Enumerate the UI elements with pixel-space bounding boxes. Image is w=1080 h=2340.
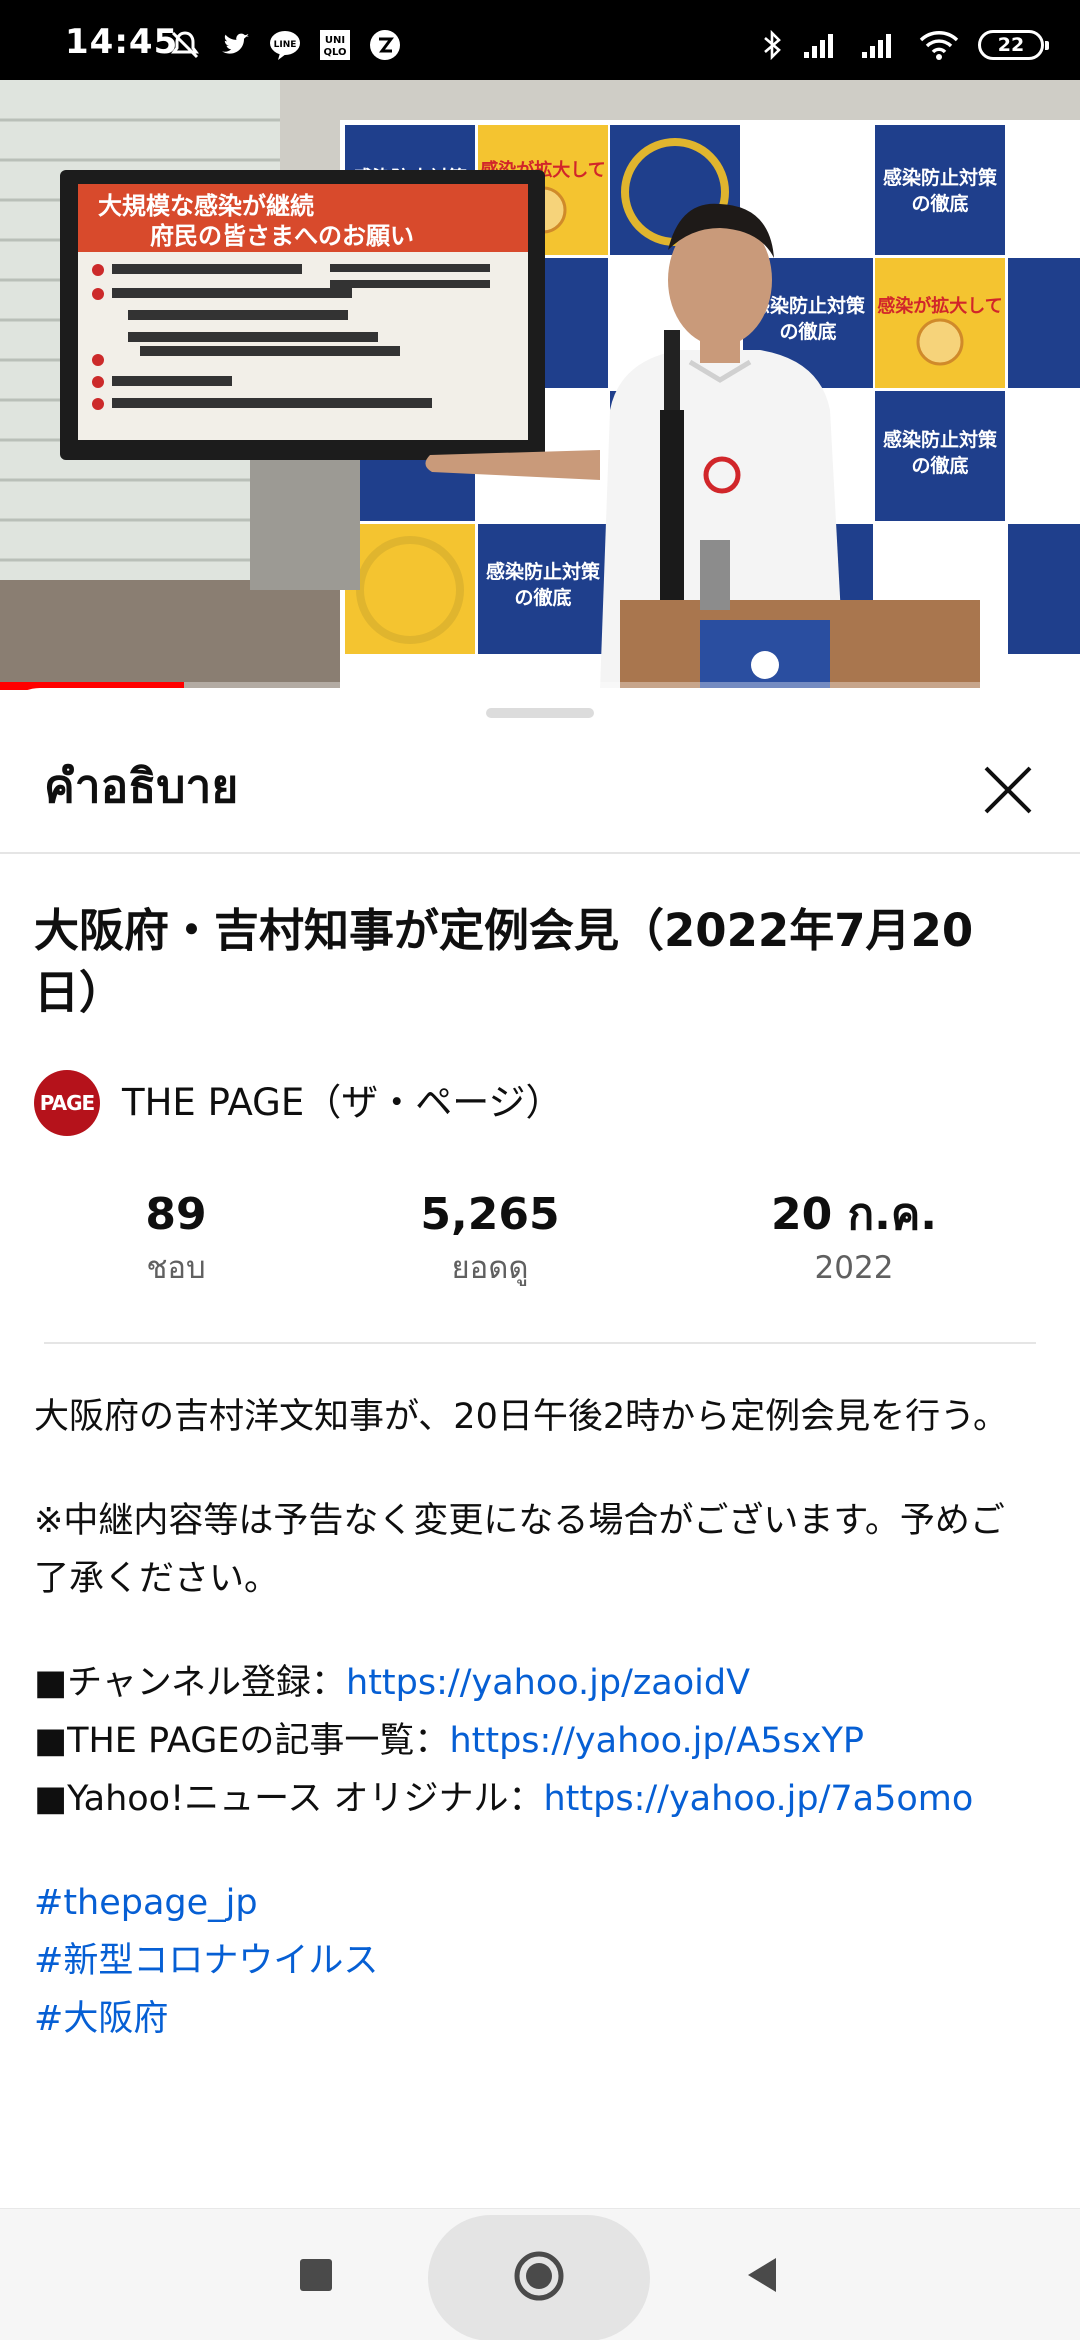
svg-text:UNI: UNI	[325, 35, 345, 46]
description-intro: 大阪府の吉村洋文知事が、20日午後2時から定例会見を行う。	[34, 1397, 1009, 1437]
svg-text:の徹底: の徹底	[514, 586, 571, 609]
channel-name[interactable]: THE PAGE（ザ・ページ）	[122, 1080, 562, 1126]
svg-text:大規模な感染が継続: 大規模な感染が継続	[98, 192, 314, 220]
battery-icon: 22	[978, 30, 1049, 60]
uniqlo-icon: UNI QLO	[320, 30, 350, 60]
description-text: 大阪府の吉村洋文知事が、20日午後2時から定例会見を行う。 ※中継内容等は予告な…	[34, 1388, 1034, 2048]
bluetooth-icon	[764, 29, 781, 61]
link-prefix: ■THE PAGEの記事一覧：	[34, 1721, 450, 1761]
recents-square-icon[interactable]	[294, 2253, 338, 2297]
signal-icon	[862, 34, 891, 58]
svg-text:府民の皆さまへのお願い: 府民の皆さまへのお願い	[150, 222, 414, 250]
channel-subscribe-link[interactable]: https://yahoo.jp/zaoidV	[346, 1663, 750, 1703]
stat-likes: 89 ชอบ	[26, 1188, 326, 1290]
system-nav-bar	[0, 2208, 1080, 2340]
sheet-title: คำอธิบาย	[44, 759, 239, 813]
twitter-icon	[222, 33, 249, 54]
status-bar: 14:45 LINE UNI QLO 22	[0, 0, 1080, 80]
link-prefix: ■Yahoo!ニュース オリジナル：	[34, 1779, 544, 1819]
status-notification-icons: LINE UNI QLO	[168, 28, 402, 62]
svg-text:QLO: QLO	[323, 47, 346, 58]
hashtag-link[interactable]: #thepage_jp	[34, 1874, 1034, 1932]
mute-icon	[171, 31, 199, 59]
video-title: 大阪府・吉村知事が定例会見（2022年7月20日）	[34, 904, 974, 1019]
status-system-icons: 22	[762, 28, 1049, 62]
yahoo-news-link[interactable]: https://yahoo.jp/7a5omo	[544, 1779, 974, 1819]
svg-text:感染防止対策: 感染防止対策	[486, 560, 601, 583]
articles-list-link[interactable]: https://yahoo.jp/A5sxYP	[449, 1721, 864, 1761]
signal-icon	[804, 34, 833, 58]
app-icon	[370, 30, 400, 60]
hashtag-link[interactable]: #新型コロナウイルス	[34, 1932, 1034, 1990]
stat-date: 20 ก.ค. 2022	[704, 1188, 1004, 1290]
stats-divider	[44, 1342, 1036, 1344]
description-link-row: ■チャンネル登録：https://yahoo.jp/zaoidV	[34, 1654, 1034, 1712]
likes-count: 89	[145, 1189, 207, 1240]
views-count: 5,265	[420, 1189, 560, 1240]
svg-text:LINE: LINE	[274, 40, 297, 50]
upload-date: 20 ก.ค.	[770, 1189, 938, 1240]
views-label: ยอดดู	[451, 1250, 529, 1286]
video-player[interactable]: 感染防止対策 の徹底 感染防止対策 の徹底 感染が拡大して 感染防止対策 の徹底…	[0, 80, 1080, 690]
description-sheet: คำอธิบาย 大阪府・吉村知事が定例会見（2022年7月20日） PAGE …	[0, 688, 1080, 2208]
svg-text:感染防止対策: 感染防止対策	[883, 166, 998, 189]
svg-text:の徹底: の徹底	[779, 320, 836, 343]
channel-avatar[interactable]: PAGE	[34, 1070, 100, 1136]
close-icon[interactable]	[980, 762, 1036, 818]
back-triangle-icon[interactable]	[740, 2253, 784, 2297]
upload-year: 2022	[814, 1250, 894, 1286]
sheet-header-divider	[0, 852, 1080, 854]
svg-text:感染が拡大して: 感染が拡大して	[877, 295, 1002, 317]
stat-views: 5,265 ยอดดู	[340, 1188, 640, 1290]
description-link-row: ■Yahoo!ニュース オリジナル：https://yahoo.jp/7a5om…	[34, 1770, 1034, 1828]
svg-text:感染防止対策: 感染防止対策	[883, 428, 998, 451]
video-stats: 89 ชอบ 5,265 ยอดดู 20 ก.ค. 2022	[0, 1188, 1080, 1298]
hashtag-link[interactable]: #大阪府	[34, 1990, 1034, 2048]
status-time: 14:45	[65, 22, 179, 62]
home-circle-icon[interactable]	[512, 2249, 566, 2303]
wifi-icon	[919, 31, 959, 60]
video-frame: 感染防止対策 の徹底 感染防止対策 の徹底 感染が拡大して 感染防止対策 の徹底…	[0, 80, 1080, 690]
line-icon: LINE	[270, 31, 300, 60]
description-notice: ※中継内容等は予告なく変更になる場合がございます。予めご了承ください。	[34, 1501, 1005, 1599]
svg-text:の徹底: の徹底	[911, 454, 968, 477]
likes-label: ชอบ	[146, 1250, 206, 1286]
description-link-row: ■THE PAGEの記事一覧：https://yahoo.jp/A5sxYP	[34, 1712, 1034, 1770]
screen: 14:45 LINE UNI QLO 22 感染防止対策 の徹底 感染が拡大して…	[0, 0, 1080, 2340]
link-prefix: ■チャンネル登録：	[34, 1663, 347, 1703]
svg-text:の徹底: の徹底	[911, 192, 968, 215]
sheet-drag-handle[interactable]	[486, 708, 594, 718]
